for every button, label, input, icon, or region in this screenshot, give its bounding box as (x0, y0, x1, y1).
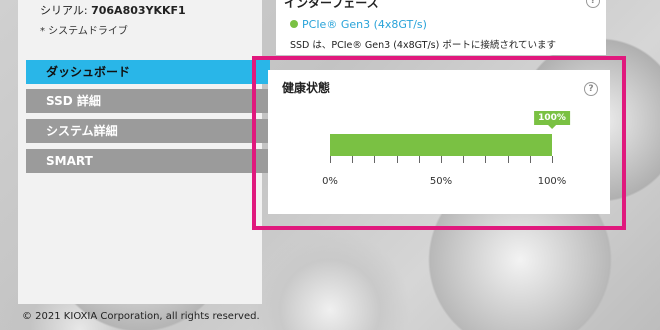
copyright: © 2021 KIOXIA Corporation, all rights re… (22, 311, 260, 322)
nav-ssd-details[interactable]: SSD 詳細 (26, 89, 270, 113)
health-bar-tick (418, 156, 420, 163)
scale-label-0: 0% (322, 176, 338, 187)
serial-number: シリアル: 706A803YKKF1 (40, 2, 186, 18)
help-icon[interactable]: ? (584, 82, 598, 96)
health-title: 健康状態 (282, 81, 331, 95)
system-drive-note: * システムドライブ (40, 26, 128, 37)
health-bar-tick (485, 156, 487, 163)
health-bar-tick (507, 156, 509, 163)
serial-value: 706A803YKKF1 (91, 4, 186, 17)
nav-smart[interactable]: SMART (26, 149, 270, 173)
interface-speed-text: PCIe® Gen3 (4x8GT/s) (302, 18, 427, 31)
nav-system-details[interactable]: システム詳細 (26, 119, 270, 143)
health-bar-tick (352, 156, 354, 163)
interface-title: インターフェース (284, 0, 379, 10)
nav-dashboard[interactable]: ダッシュボード (26, 60, 270, 84)
health-bar-tick (529, 156, 531, 163)
health-value-badge: 100% (534, 111, 570, 129)
interface-card: インターフェース PCIe® Gen3 (4x8GT/s) SSD は、PCIe… (276, 0, 606, 55)
serial-label: シリアル: (40, 4, 92, 17)
health-card: 健康状態 ? 100% 0% 50% 100% (268, 70, 610, 214)
health-bar-tick (374, 156, 376, 163)
scale-label-50: 50% (429, 176, 453, 187)
health-bar-tick (441, 156, 442, 163)
health-bar-tick (463, 156, 465, 163)
health-bar-tick (552, 156, 553, 163)
health-bar (330, 134, 552, 156)
health-bar-fill (330, 134, 552, 156)
health-bar-tick (330, 156, 331, 163)
scale-label-100: 100% (537, 176, 567, 187)
sidebar: シリアル: 706A803YKKF1 * システムドライブ ダッシュボード SS… (18, 0, 270, 304)
help-icon[interactable]: ? (586, 0, 600, 8)
health-bar-tick (396, 156, 398, 163)
interface-description: SSD は、PCIe® Gen3 (4x8GT/s) ポートに接続されています (290, 40, 557, 51)
interface-speed: PCIe® Gen3 (4x8GT/s) (290, 18, 427, 31)
health-bar-ticks (330, 156, 553, 164)
status-dot-icon (290, 20, 298, 28)
